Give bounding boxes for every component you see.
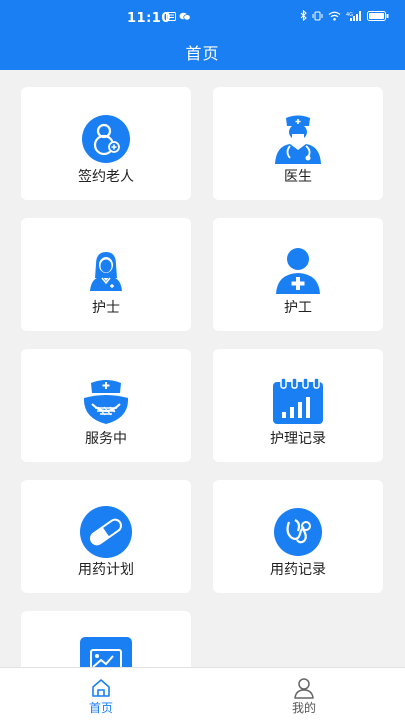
- tab-mine-label: 我的: [291, 701, 316, 715]
- doctor-icon: [270, 111, 326, 167]
- stethoscope-icon: [270, 504, 326, 560]
- bottom-tab-bar: 首页 我的: [0, 667, 405, 720]
- menu-card-label: 医生: [284, 169, 312, 185]
- tab-home-label: 首页: [88, 701, 113, 715]
- nurse-icon: [78, 242, 134, 298]
- tab-home[interactable]: 首页: [0, 668, 202, 720]
- wifi-icon: [328, 11, 341, 21]
- menu-card-label: 护工: [284, 300, 312, 316]
- notification-icons: [166, 12, 191, 21]
- bluetooth-icon: [300, 10, 307, 21]
- menu-card-medication-records[interactable]: 用药记录: [213, 480, 383, 593]
- pill-icon: [78, 504, 134, 560]
- system-status-icons: 4G: [300, 10, 389, 21]
- menu-grid: 签约老人 医生 护士 护工 服务中 护理记录 用药计划 用药记录: [0, 70, 405, 667]
- menu-card-label: 签约老人: [78, 169, 134, 185]
- caregiver-icon: [270, 242, 326, 298]
- report-icon: [78, 635, 134, 667]
- menu-card-in-service[interactable]: 服务中: [21, 349, 191, 462]
- menu-card-care-records[interactable]: 护理记录: [213, 349, 383, 462]
- menu-card-label: 护理记录: [270, 431, 326, 447]
- status-bar: 11:10 4G: [0, 0, 405, 34]
- user-icon: [294, 678, 314, 699]
- elder-icon: [78, 111, 134, 167]
- menu-card-doctor[interactable]: 医生: [213, 87, 383, 200]
- menu-card-caregiver[interactable]: 护工: [213, 218, 383, 331]
- menu-card-medication-plan[interactable]: 用药计划: [21, 480, 191, 593]
- tab-mine[interactable]: 我的: [203, 668, 405, 720]
- menu-card-label: 用药记录: [270, 562, 326, 578]
- calendar-chart-icon: [270, 373, 326, 429]
- menu-card-label: 护士: [92, 300, 120, 316]
- app-header: 11:10 4G 首页: [0, 0, 405, 70]
- page-title: 首页: [185, 44, 220, 63]
- battery-icon: [367, 10, 389, 21]
- menu-card-label: 用药计划: [78, 562, 134, 578]
- wechat-icon: [179, 12, 191, 21]
- vibrate-icon: [312, 11, 323, 20]
- menu-card-signed-elderly[interactable]: 签约老人: [21, 87, 191, 200]
- menu-card-nurse[interactable]: 护士: [21, 218, 191, 331]
- svg-text:4G: 4G: [346, 12, 353, 18]
- status-time: 11:10: [127, 11, 171, 26]
- menu-card-reports[interactable]: [21, 611, 191, 667]
- nurse-cap-icon: [78, 373, 134, 429]
- signal-icon: 4G: [346, 10, 361, 21]
- home-icon: [92, 679, 110, 697]
- message-icon: [166, 12, 176, 21]
- menu-card-label: 服务中: [85, 431, 127, 447]
